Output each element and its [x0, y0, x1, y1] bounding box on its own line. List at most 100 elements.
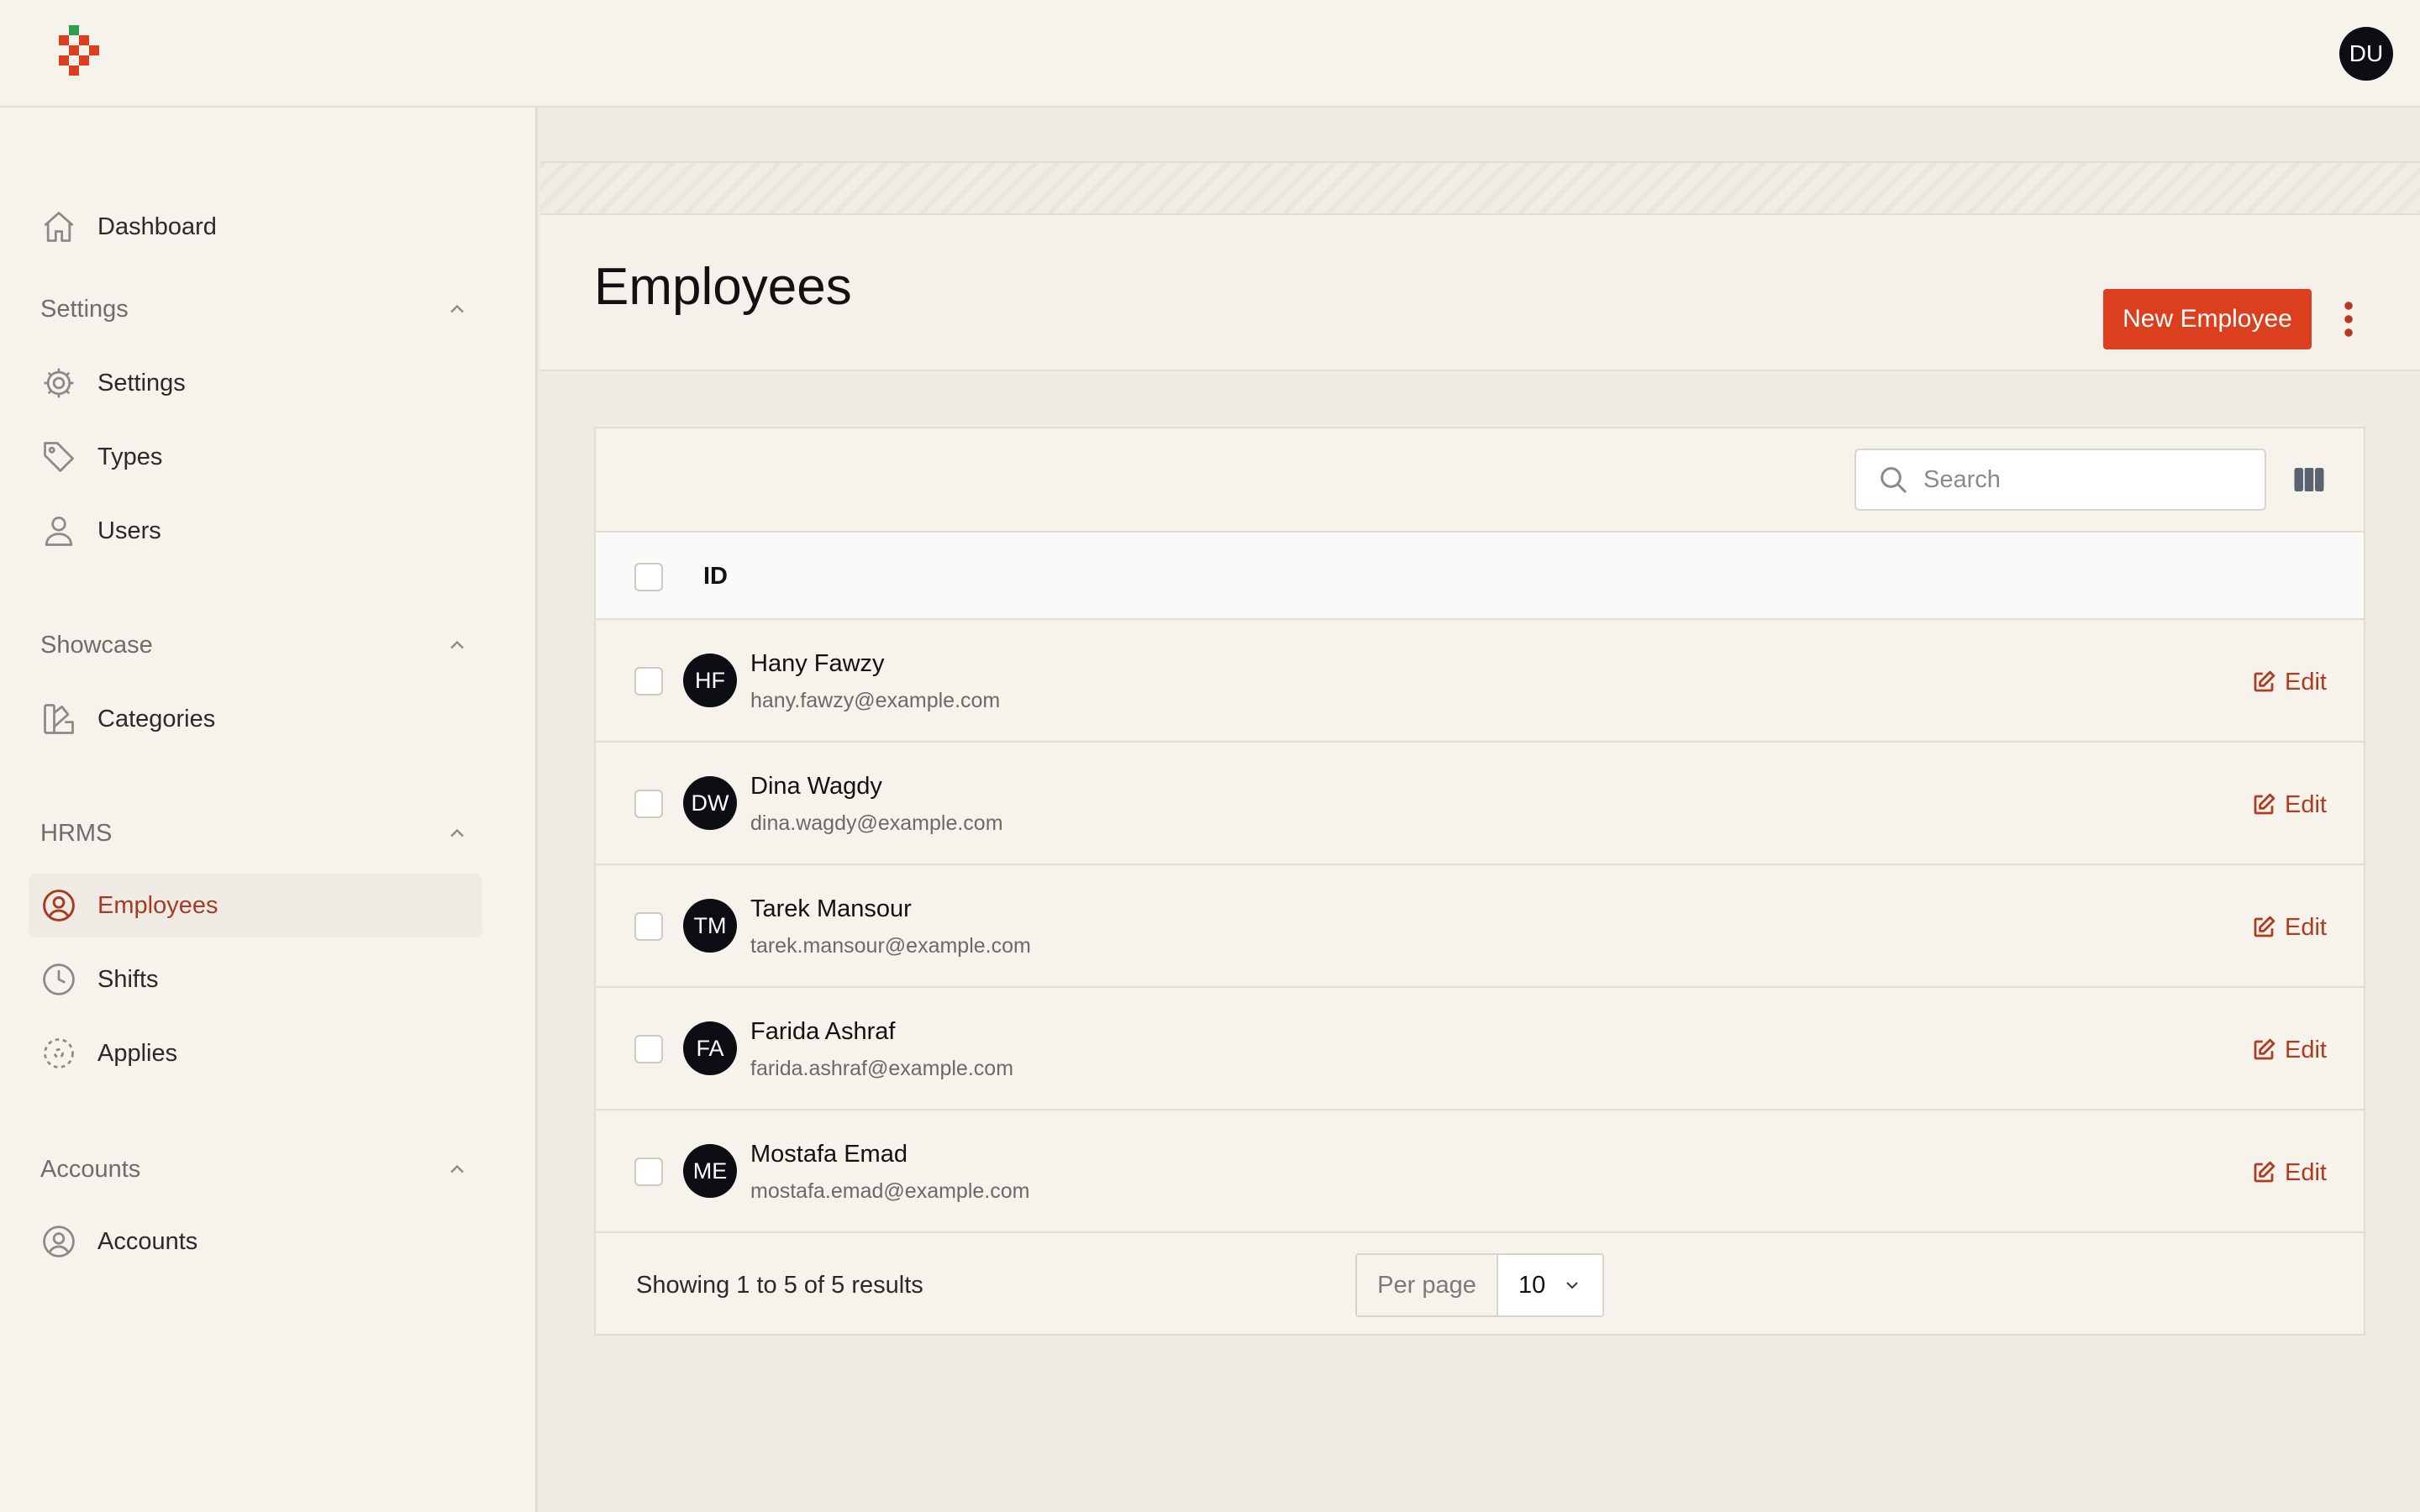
- row-checkbox[interactable]: [634, 790, 663, 818]
- per-page-select[interactable]: 10: [1498, 1255, 1602, 1315]
- table-row: HF Hany Fawzy hany.fawzy@example.com Edi…: [596, 620, 2364, 743]
- avatar: FA: [683, 1021, 737, 1075]
- employee-email: hany.fawzy@example.com: [750, 689, 1001, 712]
- user-avatar[interactable]: DU: [2339, 27, 2393, 81]
- row-checkbox[interactable]: [634, 1158, 663, 1186]
- swatch-icon: [40, 701, 77, 738]
- page-title: Employees: [594, 258, 852, 316]
- chevron-up-icon: [450, 304, 464, 313]
- sidebar: Dashboard Settings Settings Types Users …: [0, 108, 538, 1512]
- sidebar-item-categories[interactable]: Categories: [29, 687, 482, 751]
- edit-link[interactable]: Edit: [2251, 1156, 2327, 1189]
- row-checkbox[interactable]: [634, 912, 663, 941]
- new-employee-button[interactable]: New Employee: [2103, 289, 2312, 349]
- sidebar-item-label: Applies: [97, 1039, 178, 1067]
- results-summary: Showing 1 to 5 of 5 results: [636, 1272, 923, 1299]
- sidebar-item-shifts[interactable]: Shifts: [29, 948, 482, 1011]
- chevron-down-icon: [1566, 1282, 1578, 1289]
- search-icon: [1881, 467, 1907, 494]
- employee-email: dina.wagdy@example.com: [750, 811, 1003, 835]
- edit-label: Edit: [2285, 668, 2327, 696]
- edit-link[interactable]: Edit: [2251, 1033, 2327, 1067]
- row-checkbox[interactable]: [634, 1035, 663, 1063]
- edit-link[interactable]: Edit: [2251, 665, 2327, 699]
- edit-icon: [2254, 793, 2275, 815]
- table-row: FA Farida Ashraf farida.ashraf@example.c…: [596, 988, 2364, 1110]
- edit-label: Edit: [2285, 1036, 2327, 1063]
- sidebar-item-label: Types: [97, 443, 163, 470]
- employee-name: Hany Fawzy: [750, 650, 885, 677]
- employee-email: mostafa.emad@example.com: [750, 1179, 1030, 1203]
- per-page-control: Per page 10: [1355, 1253, 1604, 1317]
- table-row: DW Dina Wagdy dina.wagdy@example.com Edi…: [596, 743, 2364, 865]
- avatar: TM: [683, 899, 737, 953]
- page-header: Employees New Employee: [540, 215, 2420, 371]
- per-page-value: 10: [1518, 1271, 1546, 1299]
- chevron-up-icon: [450, 828, 464, 837]
- group-hrms-toggle[interactable]: HRMS: [40, 815, 469, 852]
- tag-icon: [40, 438, 77, 475]
- chevron-up-icon: [450, 1164, 464, 1173]
- sidebar-item-types[interactable]: Types: [29, 425, 482, 489]
- table-header: ID: [596, 531, 2364, 620]
- edit-label: Edit: [2285, 913, 2327, 941]
- main-content: Employees New Employee ID HF: [540, 109, 2420, 1512]
- hatched-banner: [540, 161, 2420, 215]
- gear-icon: [40, 365, 77, 402]
- employee-name: Tarek Mansour: [750, 895, 912, 922]
- table-footer: Showing 1 to 5 of 5 results Per page 10: [596, 1235, 2364, 1336]
- user-icon: [40, 512, 77, 549]
- employee-name: Farida Ashraf: [750, 1018, 896, 1045]
- edit-link[interactable]: Edit: [2251, 788, 2327, 822]
- sidebar-item-accounts[interactable]: Accounts: [29, 1210, 482, 1273]
- avatar: ME: [683, 1144, 737, 1198]
- search-input[interactable]: [1923, 465, 2243, 494]
- employee-name: Dina Wagdy: [750, 773, 882, 800]
- select-all-checkbox[interactable]: [634, 563, 663, 591]
- group-label: HRMS: [40, 819, 113, 847]
- employee-email: tarek.mansour@example.com: [750, 934, 1031, 958]
- employees-table: ID HF Hany Fawzy hany.fawzy@example.com …: [594, 427, 2365, 1336]
- sidebar-item-label: Shifts: [97, 965, 159, 993]
- employee-email: farida.ashraf@example.com: [750, 1057, 1014, 1080]
- edit-icon: [2254, 1038, 2275, 1060]
- sidebar-item-dashboard[interactable]: Dashboard: [29, 195, 482, 259]
- group-settings-toggle[interactable]: Settings: [40, 291, 469, 328]
- clock-icon: [40, 961, 77, 998]
- group-accounts-toggle[interactable]: Accounts: [40, 1151, 469, 1188]
- table-row: TM Tarek Mansour tarek.mansour@example.c…: [596, 865, 2364, 988]
- sidebar-item-settings[interactable]: Settings: [29, 351, 482, 415]
- scan-icon: [40, 1035, 77, 1072]
- table-row: ME Mostafa Emad mostafa.emad@example.com…: [596, 1110, 2364, 1233]
- sidebar-item-applies[interactable]: Applies: [29, 1021, 482, 1085]
- sidebar-item-label: Categories: [97, 705, 216, 732]
- sidebar-item-label: Employees: [97, 891, 218, 919]
- chevron-up-icon: [450, 640, 464, 649]
- edit-icon: [2254, 1161, 2275, 1183]
- sidebar-item-users[interactable]: Users: [29, 499, 482, 563]
- columns-icon[interactable]: [2291, 462, 2327, 497]
- kebab-icon[interactable]: [2342, 299, 2355, 339]
- edit-icon: [2254, 916, 2275, 937]
- user-circle-icon: [40, 1223, 77, 1260]
- avatar: DW: [683, 776, 737, 830]
- home-icon: [40, 208, 77, 245]
- edit-icon: [2254, 670, 2275, 692]
- row-checkbox[interactable]: [634, 667, 663, 696]
- edit-label: Edit: [2285, 1158, 2327, 1186]
- group-label: Showcase: [40, 631, 153, 659]
- group-label: Accounts: [40, 1155, 141, 1183]
- search-field[interactable]: [1854, 449, 2266, 511]
- per-page-label: Per page: [1357, 1255, 1498, 1315]
- group-label: Settings: [40, 295, 129, 323]
- user-circle-icon: [40, 887, 77, 924]
- app-root: DU Dashboard Settings Settings Types Use…: [0, 0, 2420, 1512]
- edit-label: Edit: [2285, 790, 2327, 818]
- edit-link[interactable]: Edit: [2251, 911, 2327, 944]
- group-showcase-toggle[interactable]: Showcase: [40, 627, 469, 664]
- sidebar-item-employees[interactable]: Employees: [29, 874, 482, 937]
- sidebar-item-label: Settings: [97, 369, 186, 396]
- brand-logo[interactable]: [55, 25, 106, 82]
- column-header-id: ID: [703, 563, 728, 590]
- avatar: HF: [683, 654, 737, 707]
